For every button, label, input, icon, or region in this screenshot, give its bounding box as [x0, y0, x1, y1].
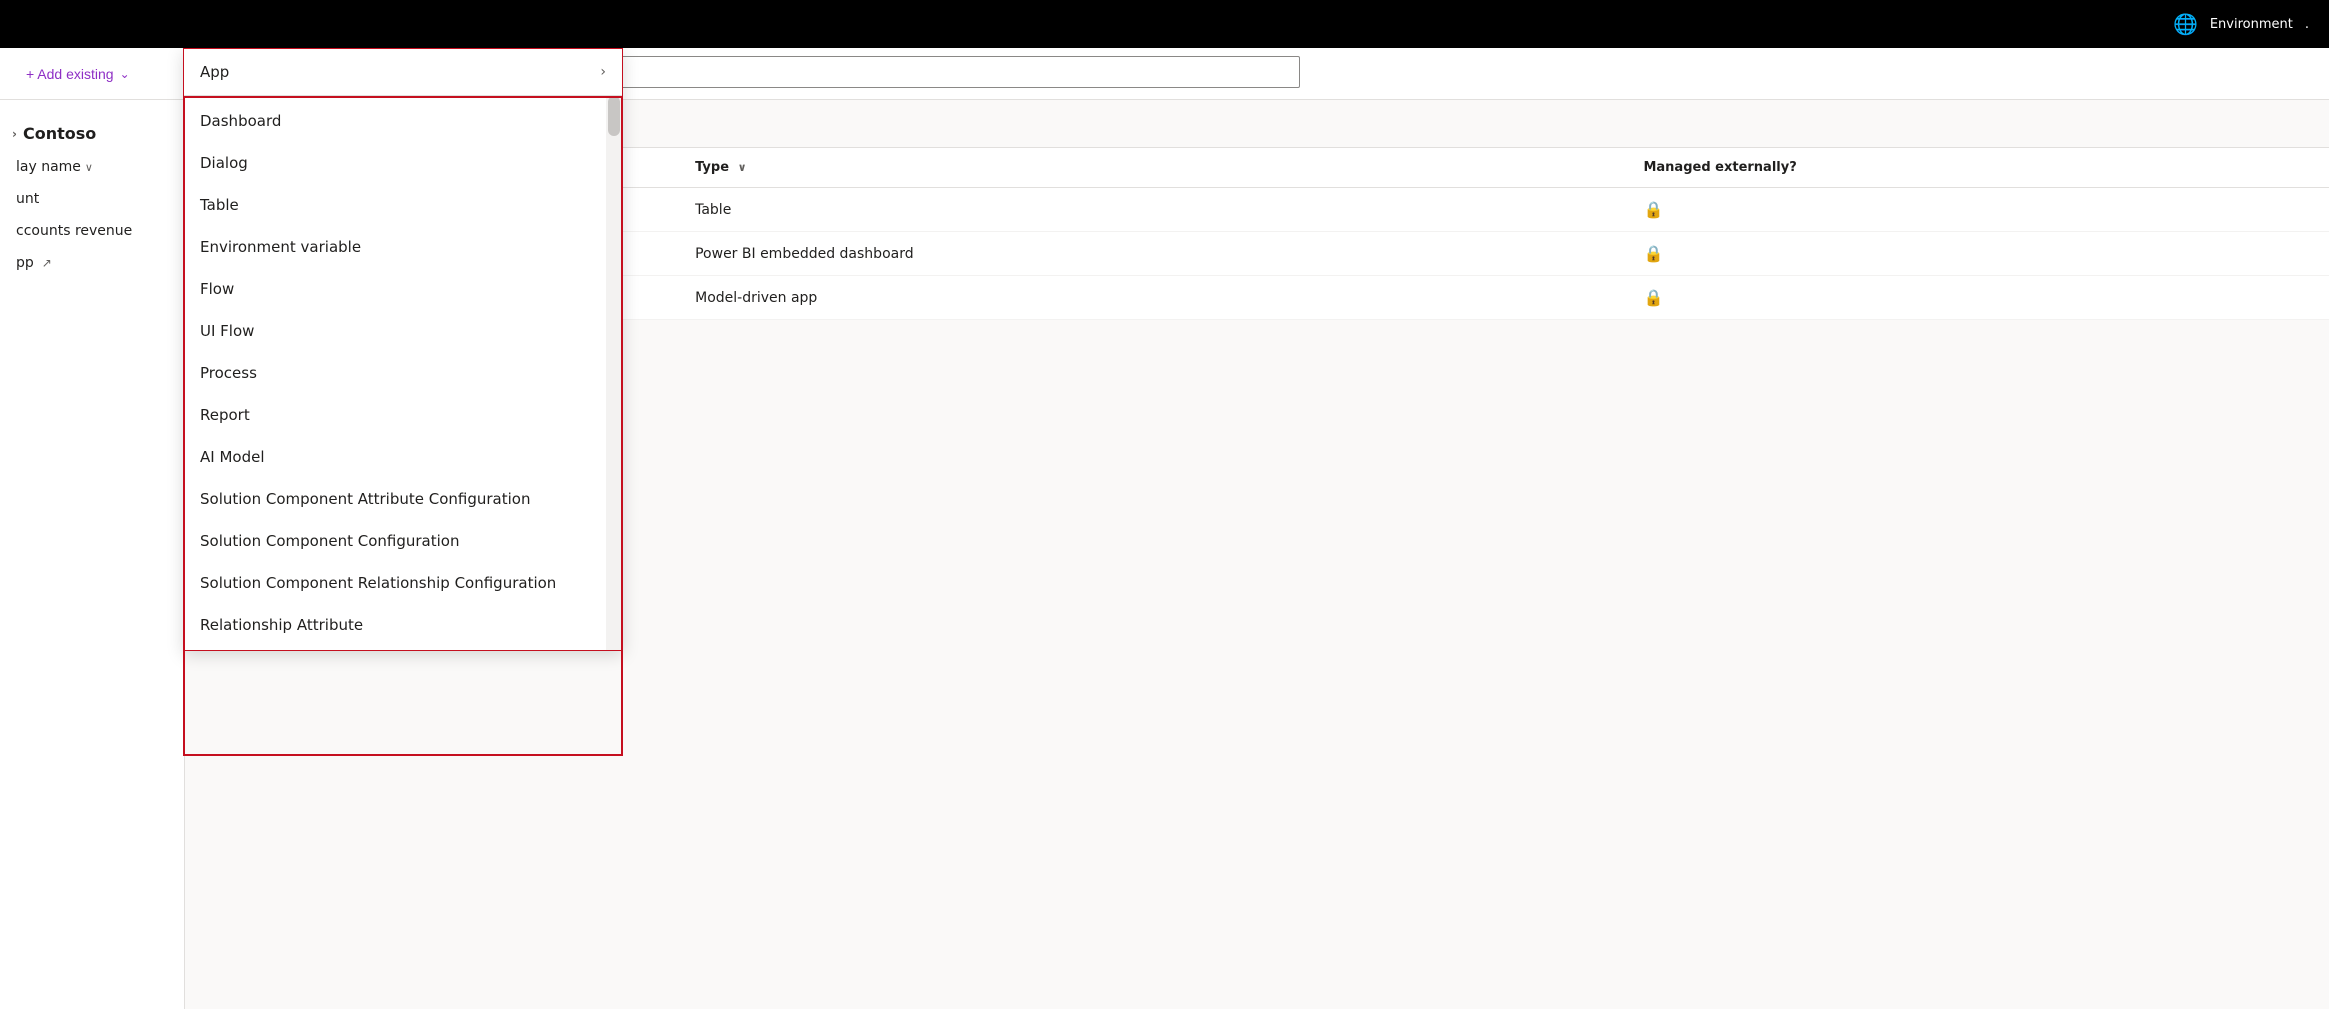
sidebar-item-unt[interactable]: unt — [0, 183, 184, 215]
dropdown-item-flow[interactable]: Flow — [184, 268, 622, 310]
dropdown-item-scr-label: Solution Component Relationship Configur… — [200, 574, 556, 592]
dropdown-item-environment-variable[interactable]: Environment variable — [184, 226, 622, 268]
row-1-managed: 🔒 — [1627, 188, 2329, 232]
dropdown-item-scc-label: Solution Component Configuration — [200, 532, 459, 550]
dropdown-item-dialog[interactable]: Dialog — [184, 142, 622, 184]
dropdown-item-sca-label: Solution Component Attribute Configurati… — [200, 490, 530, 508]
display-name-sort-icon: ∨ — [85, 161, 93, 174]
dropdown-item-process[interactable]: Process — [184, 352, 622, 394]
dropdown-item-ai-model-label: AI Model — [200, 448, 265, 466]
lock-icon-2: 🔒 — [1643, 244, 1663, 263]
type-sort-icon: ∨ — [738, 161, 747, 174]
add-existing-label: + Add existing — [26, 66, 114, 82]
dropdown-header-label: App — [200, 63, 229, 81]
row-3-type: Model-driven app — [679, 276, 1627, 320]
top-bar: 🌐 Environment . — [0, 0, 2329, 48]
dropdown-header-arrow: › — [600, 64, 606, 80]
sidebar: › Contoso lay name ∨ unt ccounts revenue… — [0, 100, 185, 1009]
dropdown-item-ra-label: Relationship Attribute — [200, 616, 363, 634]
dropdown-item-flow-label: Flow — [200, 280, 234, 298]
dropdown-item-table-label: Table — [200, 196, 239, 214]
globe-icon: 🌐 — [2173, 12, 2198, 36]
dropdown-item-dashboard-label: Dashboard — [200, 112, 281, 130]
dropdown-items-list: Dashboard Dialog Table Environment varia… — [184, 96, 622, 650]
dropdown-item-dialog-label: Dialog — [200, 154, 248, 172]
row-1-type: Table — [679, 188, 1627, 232]
add-existing-button[interactable]: + Add existing ⌄ — [16, 60, 140, 88]
sidebar-section-title: › Contoso — [0, 116, 184, 151]
dropdown-header[interactable]: App › — [184, 48, 622, 96]
dropdown-item-env-var-label: Environment variable — [200, 238, 361, 256]
dropdown-item-ui-flow[interactable]: UI Flow — [184, 310, 622, 352]
lock-icon-1: 🔒 — [1643, 200, 1663, 219]
dropdown-item-relationship-attribute[interactable]: Relationship Attribute — [184, 604, 622, 646]
dropdown-item-table[interactable]: Table — [184, 184, 622, 226]
col-header-type[interactable]: Type ∨ — [679, 148, 1627, 188]
dropdown-item-ai-model[interactable]: AI Model — [184, 436, 622, 478]
sidebar-item-unt-label: unt — [16, 191, 39, 207]
environment-label: Environment — [2210, 17, 2293, 32]
dropdown-item-solution-component-relationship[interactable]: Solution Component Relationship Configur… — [184, 562, 622, 604]
sidebar-item-app[interactable]: pp ↗ — [0, 247, 184, 279]
sidebar-item-accounts-revenue[interactable]: ccounts revenue — [0, 215, 184, 247]
dropdown-item-solution-component-config[interactable]: Solution Component Configuration — [184, 520, 622, 562]
row-2-type: Power BI embedded dashboard — [679, 232, 1627, 276]
col-header-managed-externally: Managed externally? — [1627, 148, 2329, 188]
search-bar-area — [600, 48, 1929, 96]
search-input[interactable] — [600, 56, 1300, 88]
sidebar-title-text: Contoso — [23, 124, 96, 143]
external-link-icon: ↗ — [42, 256, 52, 270]
display-name-col-label: lay name — [16, 159, 81, 175]
dropdown-item-dashboard[interactable]: Dashboard — [184, 100, 622, 142]
dropdown-item-report[interactable]: Report — [184, 394, 622, 436]
sidebar-display-name-header[interactable]: lay name ∨ — [0, 151, 184, 183]
row-2-managed: 🔒 — [1627, 232, 2329, 276]
add-existing-chevron: ⌄ — [120, 67, 130, 81]
main-area: + Add existing ⌄ › Contoso lay name ∨ un… — [0, 48, 2329, 1009]
dropdown-item-solution-component-attribute[interactable]: Solution Component Attribute Configurati… — [184, 478, 622, 520]
dropdown-menu: App › Dashboard Dialog Table Environment… — [183, 48, 623, 651]
dropdown-item-ui-flow-label: UI Flow — [200, 322, 254, 340]
sidebar-arrow: › — [12, 127, 17, 141]
top-bar-right: 🌐 Environment . — [2173, 12, 2309, 36]
sidebar-item-accounts-revenue-label: ccounts revenue — [16, 223, 132, 239]
dropdown-item-process-label: Process — [200, 364, 257, 382]
lock-icon-3: 🔒 — [1643, 288, 1663, 307]
environment-dot: . — [2305, 17, 2309, 32]
row-3-managed: 🔒 — [1627, 276, 2329, 320]
scrollbar-thumb[interactable] — [608, 96, 620, 136]
sidebar-item-app-label: pp — [16, 255, 34, 271]
dropdown-item-report-label: Report — [200, 406, 250, 424]
scrollbar-track[interactable] — [606, 96, 622, 650]
